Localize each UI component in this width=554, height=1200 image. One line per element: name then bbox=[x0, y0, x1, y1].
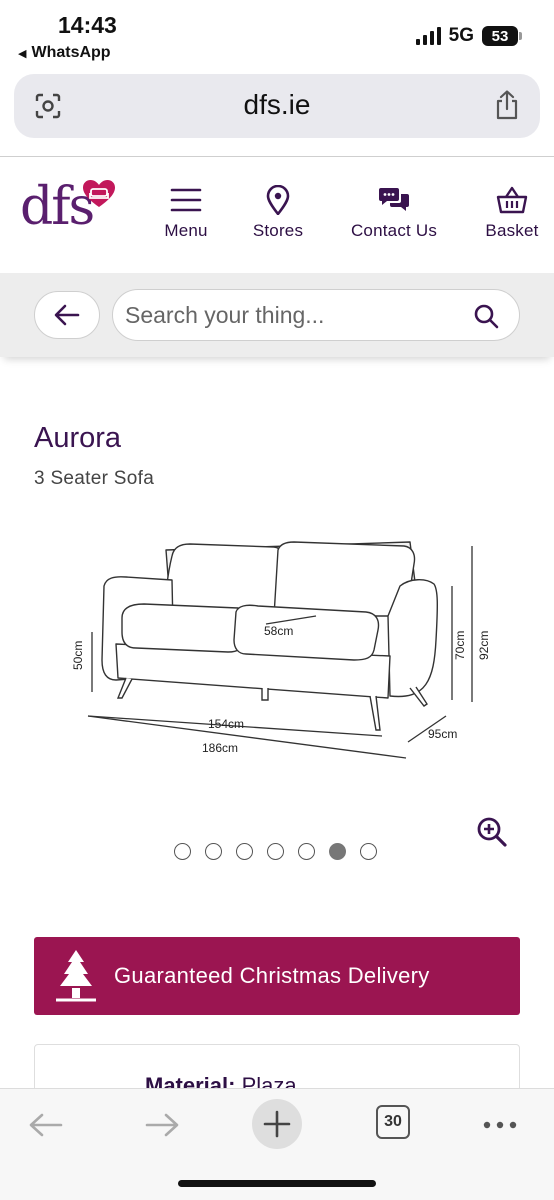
back-triangle-icon: ◀ bbox=[18, 47, 27, 60]
product-subtitle: 3 Seater Sofa bbox=[34, 468, 155, 489]
basket-icon bbox=[496, 186, 528, 214]
gallery-dot[interactable] bbox=[174, 843, 191, 860]
tab-switcher-button[interactable]: 30 bbox=[376, 1105, 410, 1139]
battery-level: 53 bbox=[491, 27, 509, 45]
network-type: 5G bbox=[448, 25, 474, 46]
nav-menu[interactable]: Menu bbox=[158, 185, 214, 241]
nav-contact-label: Contact Us bbox=[350, 221, 438, 240]
battery-icon: 53 bbox=[482, 26, 522, 46]
status-time: 14:43 bbox=[58, 12, 117, 38]
gallery-dot[interactable] bbox=[205, 843, 222, 860]
search-input[interactable] bbox=[125, 300, 455, 330]
back-app-label: WhatsApp bbox=[31, 44, 111, 61]
location-pin-icon bbox=[266, 185, 290, 215]
search-strip bbox=[0, 273, 554, 357]
arrow-left-icon bbox=[54, 304, 80, 326]
christmas-tree-icon bbox=[56, 950, 96, 1002]
dim-arm-height: 70cm bbox=[453, 631, 467, 660]
status-indicators: 5G 53 bbox=[415, 25, 522, 47]
back-button[interactable] bbox=[34, 291, 100, 339]
zoom-in-icon[interactable] bbox=[476, 816, 508, 848]
nav-basket-label: Basket bbox=[485, 221, 539, 240]
search-box[interactable] bbox=[112, 289, 520, 341]
gallery-dot[interactable] bbox=[360, 843, 377, 860]
dim-depth: 95cm bbox=[428, 727, 457, 741]
more-dots-icon bbox=[483, 1121, 517, 1129]
signal-icon bbox=[415, 27, 441, 45]
share-icon[interactable] bbox=[494, 90, 520, 120]
forward-arrow-icon bbox=[145, 1113, 179, 1137]
browser-forward-button[interactable] bbox=[142, 1105, 182, 1145]
nav-stores[interactable]: Stores bbox=[248, 185, 308, 241]
new-tab-button[interactable] bbox=[252, 1099, 302, 1149]
gallery-pagination bbox=[174, 843, 377, 860]
sofa-dimension-image[interactable]: 50cm 58cm 70cm 92cm 154cm 186cm 95cm bbox=[70, 520, 500, 780]
christmas-delivery-banner[interactable]: Guaranteed Christmas Delivery bbox=[34, 937, 520, 1015]
gallery-dot-active[interactable] bbox=[329, 843, 346, 860]
dim-seat-depth: 58cm bbox=[264, 624, 293, 638]
gallery-dot[interactable] bbox=[236, 843, 253, 860]
dim-seat-height: 50cm bbox=[71, 641, 85, 670]
chat-icon bbox=[379, 188, 409, 211]
product-title: Aurora bbox=[34, 422, 122, 454]
nav-basket[interactable]: Basket bbox=[480, 185, 544, 241]
dim-total-height: 92cm bbox=[477, 631, 491, 660]
site-header: dfs Menu Stores Contact Us Basket bbox=[0, 157, 554, 273]
dim-inner-width: 154cm bbox=[208, 717, 244, 731]
nav-menu-label: Menu bbox=[164, 221, 208, 240]
status-bar: 14:43 ◀ WhatsApp 5G 53 bbox=[0, 0, 554, 70]
menu-icon bbox=[170, 188, 202, 212]
search-icon[interactable] bbox=[473, 303, 499, 329]
gallery-dot[interactable] bbox=[298, 843, 315, 860]
address-bar[interactable]: dfs.ie bbox=[14, 74, 540, 138]
dim-total-width: 186cm bbox=[202, 741, 238, 755]
heart-sofa-icon bbox=[83, 180, 115, 207]
back-arrow-icon bbox=[29, 1113, 63, 1137]
nav-stores-label: Stores bbox=[252, 221, 304, 240]
back-to-app-link[interactable]: ◀ WhatsApp bbox=[18, 44, 111, 62]
nav-contact[interactable]: Contact Us bbox=[342, 185, 446, 241]
banner-text: Guaranteed Christmas Delivery bbox=[114, 963, 430, 988]
home-indicator[interactable] bbox=[178, 1180, 376, 1187]
browser-back-button[interactable] bbox=[26, 1105, 66, 1145]
url-text: dfs.ie bbox=[243, 89, 311, 120]
plus-icon bbox=[263, 1110, 291, 1138]
more-menu-button[interactable] bbox=[480, 1105, 520, 1145]
dfs-logo[interactable]: dfs bbox=[20, 177, 120, 247]
gallery-dot[interactable] bbox=[267, 843, 284, 860]
